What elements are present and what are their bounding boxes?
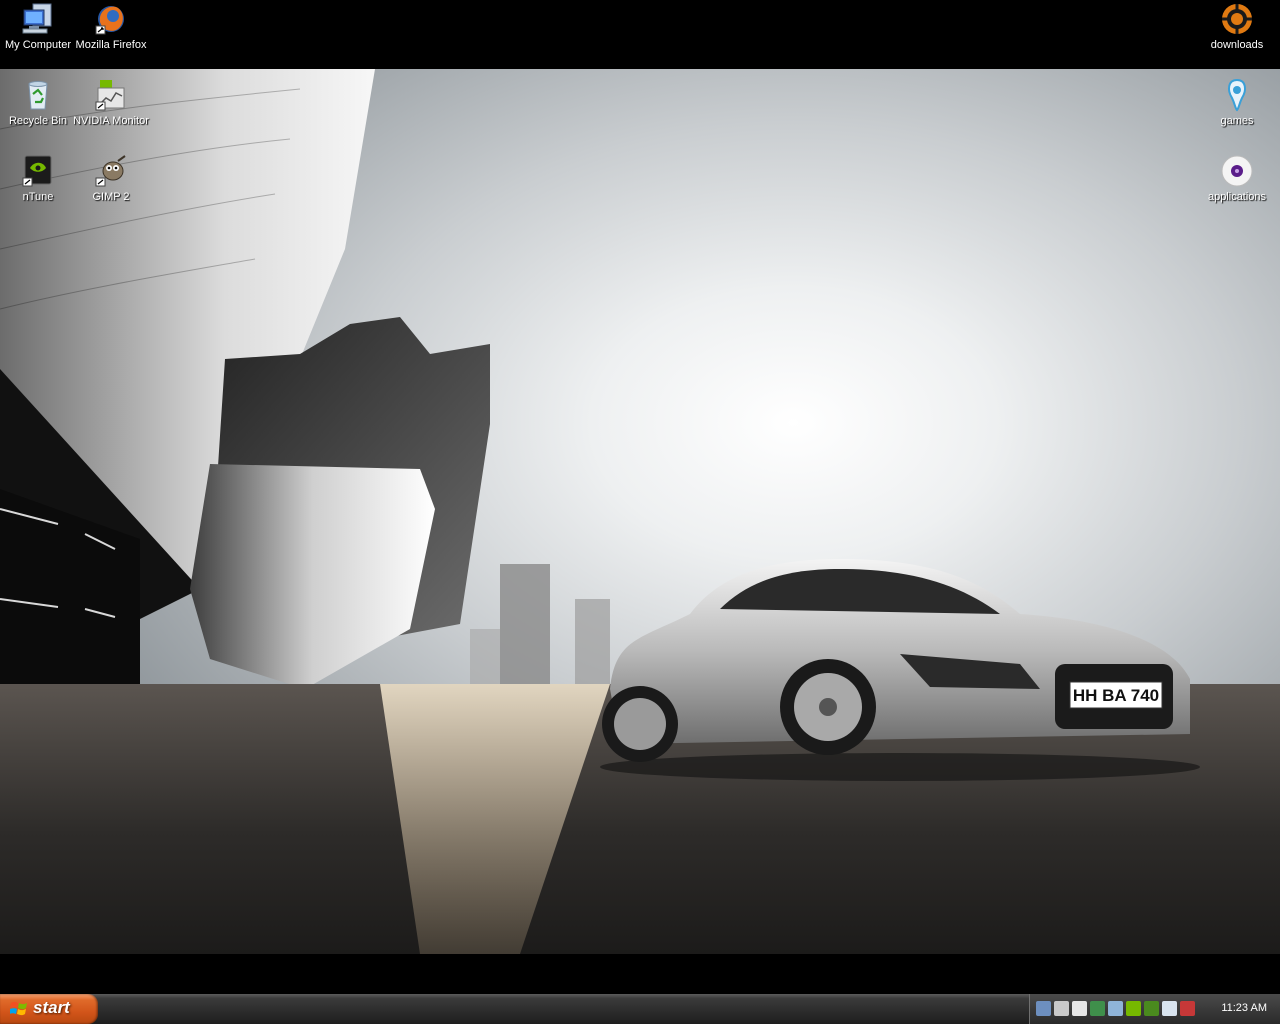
downloads-label: downloads — [1210, 39, 1264, 51]
taskbar: start 11:23 AM — [0, 994, 1280, 1024]
desktop-icon-games[interactable]: games — [1199, 78, 1275, 128]
gimp-label: GIMP 2 — [92, 191, 130, 203]
system-tray: 11:23 AM — [1029, 994, 1280, 1024]
applications-label: applications — [1207, 191, 1267, 203]
desktop-wallpaper: HH BA 740 — [0, 69, 1280, 954]
display-icon[interactable] — [1072, 1001, 1087, 1016]
clock[interactable]: 11:23 AM — [1221, 1002, 1267, 1014]
applications-icon — [1221, 155, 1253, 187]
tray-icons — [1036, 1001, 1195, 1016]
gimp-icon — [95, 155, 126, 187]
sync-icon[interactable] — [1090, 1001, 1105, 1016]
downloads-icon — [1222, 4, 1252, 34]
pen-icon[interactable] — [1108, 1001, 1123, 1016]
firefox-label: Mozilla Firefox — [75, 39, 147, 51]
shield-icon[interactable] — [1180, 1001, 1195, 1016]
desktop-top-bar — [0, 0, 1280, 69]
volume-icon[interactable] — [1162, 1001, 1177, 1016]
ntune-label: nTune — [22, 191, 54, 203]
ntune-icon — [22, 155, 52, 187]
nvidia-monitor-icon — [95, 80, 125, 111]
steam-icon[interactable] — [1054, 1001, 1069, 1016]
games-icon — [1228, 78, 1246, 112]
nvidia-tray-icon[interactable] — [1126, 1001, 1141, 1016]
recycle-bin-icon — [28, 81, 48, 110]
nvidia-tray-icon-2[interactable] — [1144, 1001, 1159, 1016]
desktop-icon-applications[interactable]: applications — [1199, 154, 1275, 204]
desktop-icon-recycle-bin[interactable]: Recycle Bin — [0, 78, 76, 128]
license-plate: HH BA 740 — [1073, 686, 1159, 705]
desktop-bottom-bar — [0, 954, 1280, 994]
my-computer-label: My Computer — [4, 39, 72, 51]
windows-logo-icon — [10, 1001, 27, 1016]
desktop-icon-nvidia-monitor[interactable]: NVIDIA Monitor — [73, 78, 149, 128]
desktop-icon-downloads[interactable]: downloads — [1199, 2, 1275, 52]
my-computer-icon — [22, 3, 52, 34]
wallpaper-car: HH BA 740 — [600, 559, 1200, 781]
network-icon[interactable] — [1036, 1001, 1051, 1016]
desktop-icon-my-computer[interactable]: My Computer — [0, 2, 76, 52]
nvidia-monitor-label: NVIDIA Monitor — [73, 115, 149, 127]
start-label: start — [33, 998, 70, 1017]
desktop-icon-firefox[interactable]: Mozilla Firefox — [73, 2, 149, 52]
firefox-icon — [95, 6, 124, 35]
desktop-icon-gimp[interactable]: GIMP 2 — [73, 154, 149, 204]
games-label: games — [1220, 115, 1254, 127]
desktop-icon-ntune[interactable]: nTune — [0, 154, 76, 204]
recycle-bin-label: Recycle Bin — [8, 115, 68, 127]
start-button[interactable]: start — [0, 994, 98, 1024]
